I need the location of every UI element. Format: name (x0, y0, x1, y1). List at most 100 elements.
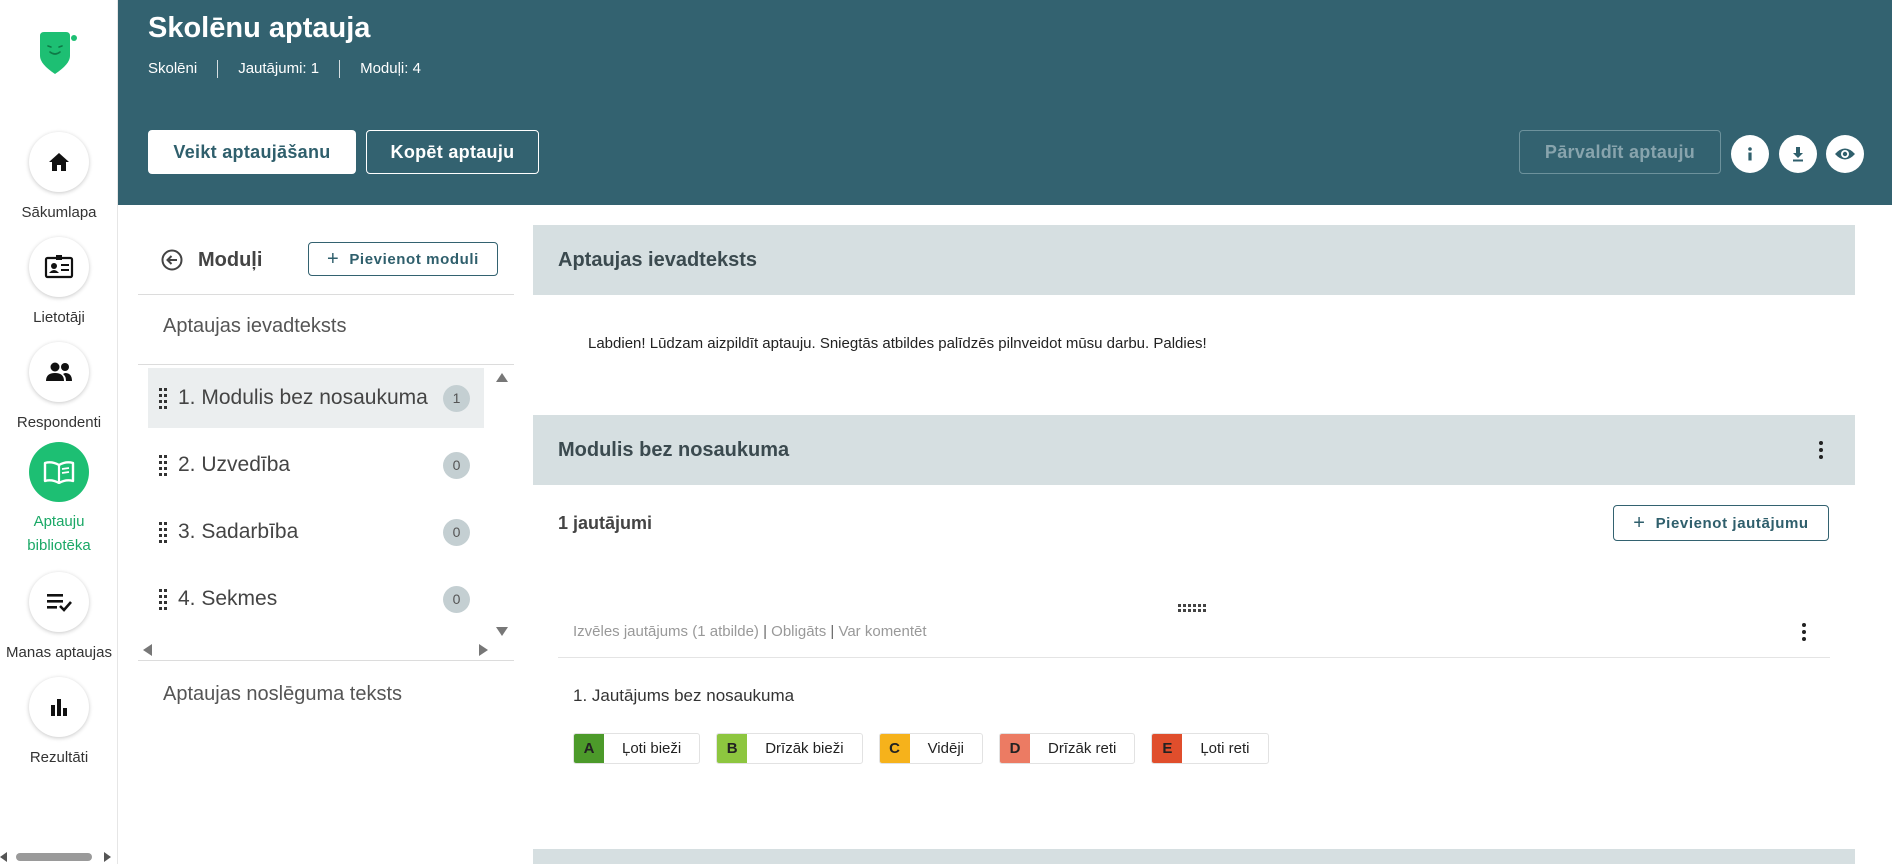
module-list: 1. Modulis bez nosaukuma 1 2. Uzvedība 0 (138, 365, 514, 613)
people-icon (46, 362, 72, 381)
option-key: E (1152, 734, 1183, 763)
add-question-button[interactable]: + Pievienot jautājumu (1613, 505, 1829, 541)
module-item-2[interactable]: 2. Uzvedība 0 (148, 435, 484, 495)
nav-label: Manas aptaujas (6, 644, 112, 661)
option-label: Ļoti bieži (622, 740, 682, 757)
question-count-badge: 1 (443, 384, 470, 412)
option-label: Ļoti reti (1200, 740, 1250, 757)
scroll-left-arrow-icon[interactable] (0, 852, 7, 862)
app-root: Sākumlapa Lietotāji Respondenti Aptauju … (0, 0, 1892, 864)
answer-option-e: E Ļoti reti (1151, 733, 1269, 764)
info-button[interactable] (1731, 135, 1769, 173)
scroll-left-arrow-icon[interactable] (143, 644, 152, 656)
divider (558, 657, 1830, 658)
module-label: 4. Sekmes (178, 587, 278, 610)
nav-label: Lietotāji (33, 309, 85, 326)
preview-button[interactable] (1826, 135, 1864, 173)
nav-item-respondents[interactable]: Respondenti (0, 342, 118, 435)
answer-option-a: A Ļoti bieži (573, 733, 701, 764)
intro-text: Labdien! Lūdzam aizpildīt aptauju. Snieg… (588, 335, 1207, 352)
app-logo-icon[interactable] (36, 30, 80, 76)
download-icon (1793, 147, 1803, 162)
nav-label: Aptauju bibliotēka (27, 513, 91, 554)
next-section-header[interactable] (533, 849, 1855, 864)
back-arrow-icon[interactable] (161, 249, 183, 271)
module-item-3[interactable]: 3. Sadarbība 0 (148, 502, 484, 562)
question-count-badge: 0 (443, 518, 470, 546)
scrollbar-thumb[interactable] (16, 853, 92, 861)
modules-panel: Moduļi + Pievienot moduli Aptaujas ievad… (138, 225, 514, 725)
bar-chart-icon (51, 699, 67, 716)
nav-item-results[interactable]: Rezultāti (0, 677, 118, 770)
question-meta: Izvēles jautājums (1 atbilde) | Obligāts… (573, 623, 927, 640)
meta-module-count: Moduļi: 4 (339, 60, 441, 78)
nav-item-survey-library[interactable]: Aptauju bibliotēka (0, 442, 118, 558)
nav-label: Sākumlapa (21, 204, 97, 221)
module-label: 2. Uzvedība (178, 453, 291, 476)
left-nav: Sākumlapa Lietotāji Respondenti Aptauju … (0, 0, 118, 864)
module-label: 1. Modulis bez nosaukuma (178, 386, 428, 409)
survey-content: Aptaujas ievadteksts Labdien! Lūdzam aiz… (533, 225, 1855, 864)
scroll-right-arrow-icon[interactable] (479, 644, 488, 656)
module-section-title: Modulis bez nosaukuma (558, 439, 790, 461)
modules-header: Moduļi + Pievienot moduli (138, 225, 514, 295)
info-icon (1748, 147, 1752, 161)
add-module-label: Pievienot moduli (349, 250, 479, 268)
nav-item-users[interactable]: Lietotāji (0, 237, 118, 330)
scroll-down-arrow-icon[interactable] (496, 627, 508, 636)
question-required: Obligāts (771, 623, 827, 640)
closing-text-link[interactable]: Aptaujas noslēguma teksts (138, 660, 514, 730)
page-header: Skolēnu aptauja Skolēni Jautājumi: 1 Mod… (118, 0, 1892, 205)
manage-survey-button[interactable]: Pārvaldīt aptauju (1519, 130, 1721, 174)
nav-item-home[interactable]: Sākumlapa (0, 132, 118, 225)
question-type: Izvēles jautājums (1 atbilde) (573, 623, 759, 640)
survey-meta: Skolēni Jautājumi: 1 Moduļi: 4 (148, 60, 441, 78)
answer-option-c: C Vidēji (878, 733, 983, 764)
drag-handle-icon[interactable] (148, 387, 178, 409)
meta-question-count: Jautājumi: 1 (217, 60, 339, 78)
scroll-up-arrow-icon[interactable] (496, 373, 508, 382)
module-section-header[interactable]: Modulis bez nosaukuma (533, 415, 1855, 485)
intro-section-header[interactable]: Aptaujas ievadteksts (533, 225, 1855, 295)
page-title: Skolēnu aptauja (148, 12, 371, 44)
drag-handle-icon[interactable] (148, 521, 178, 543)
question-commentable: Var komentēt (838, 623, 927, 640)
drag-handle-icon[interactable] (148, 588, 178, 610)
module-menu-icon[interactable] (1816, 441, 1826, 459)
nav-label: Respondenti (16, 414, 102, 431)
question-title: 1. Jautājums bez nosaukuma (573, 686, 795, 705)
home-icon (49, 153, 69, 171)
question-count: 1 jautājumi (558, 513, 653, 533)
option-label: Drīzāk reti (1047, 740, 1117, 757)
take-survey-button[interactable]: Veikt aptaujāšanu (148, 130, 356, 174)
option-key: A (574, 734, 604, 763)
module-label: 3. Sadarbība (178, 520, 299, 543)
id-card-icon (44, 255, 74, 279)
drag-handle-icon[interactable] (148, 454, 178, 476)
scroll-right-arrow-icon[interactable] (104, 852, 111, 862)
meta-audience: Skolēni (148, 60, 198, 77)
intro-text-link[interactable]: Aptaujas ievadteksts (138, 295, 514, 365)
modules-title: Moduļi (198, 249, 263, 271)
add-module-button[interactable]: + Pievienot moduli (308, 242, 498, 276)
checklist-icon (47, 594, 72, 612)
answer-option-b: B Drīzāk bieži (716, 733, 863, 764)
question-drag-handle-icon[interactable] (1178, 604, 1206, 612)
option-key: D (999, 734, 1030, 763)
download-button[interactable] (1779, 135, 1817, 173)
answer-option-d: D Drīzāk reti (998, 733, 1136, 764)
option-label: Drīzāk bieži (765, 740, 844, 757)
question-count-badge: 0 (443, 585, 470, 613)
plus-icon: + (327, 248, 340, 270)
answer-options: A Ļoti bieži B Drīzāk bieži C Vidēji D D… (573, 733, 1285, 764)
option-key: B (717, 734, 748, 763)
module-item-1[interactable]: 1. Modulis bez nosaukuma 1 (148, 368, 484, 428)
plus-icon: + (1633, 512, 1646, 534)
copy-survey-button[interactable]: Kopēt aptauju (366, 130, 539, 174)
nav-item-my-surveys[interactable]: Manas aptaujas (0, 572, 118, 665)
module-item-4[interactable]: 4. Sekmes 0 (148, 569, 484, 629)
option-key: C (879, 734, 910, 763)
nav-horizontal-scrollbar[interactable] (0, 850, 118, 864)
question-count-badge: 0 (443, 451, 470, 479)
question-menu-icon[interactable] (1799, 623, 1809, 641)
